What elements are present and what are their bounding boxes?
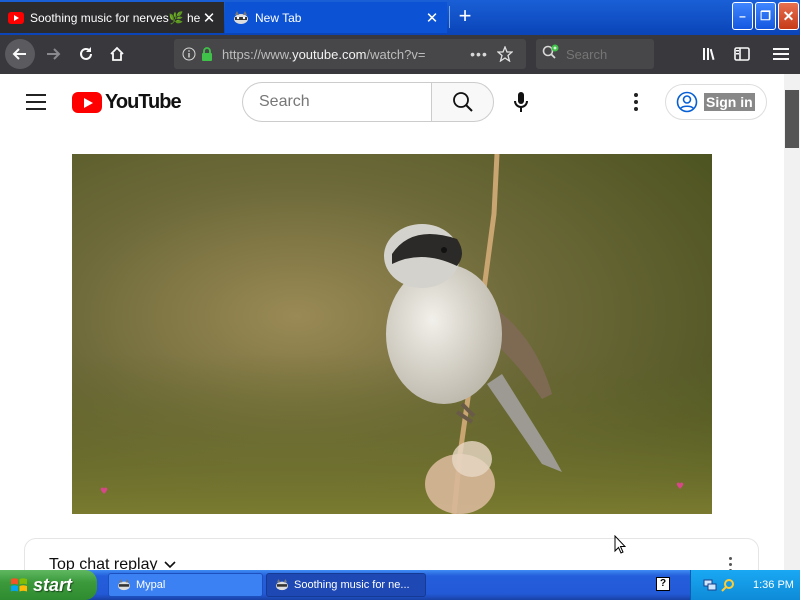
hamburger-menu-icon [773, 48, 789, 60]
library-button[interactable] [696, 39, 726, 69]
tab-title: New Tab [255, 10, 302, 25]
reload-button[interactable] [71, 39, 101, 69]
page-actions-icon[interactable]: ••• [470, 45, 488, 63]
browser-tab-strip: Soothing music for nerves🌿 healing music… [0, 0, 800, 35]
youtube-search-button[interactable] [431, 82, 494, 122]
video-frame-bird: ♥ ♥ [72, 154, 712, 514]
system-tray: 1:36 PM [690, 570, 800, 600]
sidebar-icon [734, 47, 750, 61]
help-icon[interactable]: ? [656, 577, 670, 591]
home-button[interactable] [102, 39, 132, 69]
new-tab-button[interactable]: + [452, 4, 478, 30]
youtube-wordmark: YouTube [105, 91, 182, 113]
youtube-play-icon [72, 92, 102, 113]
windows-taskbar: start Mypal Soothing music for ne... [0, 570, 800, 600]
voice-search-button[interactable] [507, 88, 535, 116]
svg-text:♥: ♥ [100, 487, 108, 497]
close-window-button[interactable]: ✕ [778, 2, 799, 30]
raccoon-icon [118, 579, 130, 591]
tab-youtube[interactable]: Soothing music for nerves🌿 healing music… [0, 2, 224, 33]
youtube-search-input[interactable] [242, 82, 431, 122]
close-tab-icon[interactable]: ✕ [200, 9, 218, 27]
search-engine-icon[interactable] [542, 44, 560, 65]
arrow-right-icon [47, 48, 61, 60]
taskbar-item-label: Mypal [136, 579, 166, 591]
tab-new-tab[interactable]: New Tab ✕ [225, 2, 447, 33]
browser-navbar: https://www.youtube.com/watch?v= ••• [0, 35, 800, 74]
svg-text:♥: ♥ [676, 482, 684, 492]
info-icon[interactable] [180, 45, 198, 63]
lock-icon[interactable] [198, 45, 216, 63]
tab-divider [449, 6, 450, 28]
taskbar-item-label: Soothing music for ne... [294, 579, 410, 591]
network-icon [703, 579, 717, 591]
sign-in-button[interactable]: Sign in [665, 84, 767, 120]
page-scrollbar-thumb[interactable] [785, 90, 799, 148]
taskbar-item-mypal[interactable]: Mypal [108, 573, 263, 597]
reload-icon [80, 47, 92, 60]
guide-menu-icon[interactable] [26, 94, 46, 110]
window-controls: – ❐ ✕ [732, 2, 799, 30]
restore-button[interactable]: ❐ [755, 2, 776, 30]
sidebar-button[interactable] [727, 39, 757, 69]
settings-more-icon[interactable] [624, 88, 648, 116]
youtube-logo[interactable]: YouTube [72, 91, 182, 114]
close-tab-icon[interactable]: ✕ [423, 9, 441, 27]
account-circle-icon [676, 91, 698, 113]
video-player[interactable]: ♥ ♥ [72, 154, 712, 514]
url-bar[interactable]: https://www.youtube.com/watch?v= ••• [174, 39, 526, 69]
tab-title: Soothing music for nerves🌿 healing music… [30, 10, 200, 25]
browser-search-input[interactable] [566, 46, 646, 62]
menu-button[interactable] [766, 39, 796, 69]
bookmark-star-icon[interactable] [496, 45, 514, 63]
start-button[interactable]: start [0, 570, 97, 600]
clock: 1:36 PM [753, 579, 794, 591]
page-scrollbar-track[interactable] [784, 74, 800, 570]
url-text: https://www.youtube.com/watch?v= [222, 46, 426, 62]
raccoon-icon [276, 579, 288, 591]
minimize-button[interactable]: – [732, 2, 753, 30]
microphone-icon [514, 92, 528, 112]
forward-button[interactable] [38, 39, 68, 69]
youtube-search-box [242, 82, 494, 122]
raccoon-icon [233, 10, 249, 26]
sign-in-label: Sign in [704, 93, 755, 111]
youtube-header: YouTube Sign in [0, 74, 784, 130]
windows-logo-icon [11, 578, 27, 592]
library-icon [703, 48, 715, 61]
magnifier-tray-icon [721, 579, 734, 592]
start-label: start [33, 574, 73, 595]
back-button[interactable] [5, 39, 35, 69]
home-icon [110, 46, 124, 61]
mouse-cursor-icon [614, 535, 626, 554]
taskbar-item-soothing-music[interactable]: Soothing music for ne... [266, 573, 426, 597]
search-icon [452, 92, 473, 112]
arrow-left-icon [12, 48, 26, 60]
chevron-down-icon [163, 561, 176, 569]
browser-search-bar[interactable] [536, 39, 654, 69]
youtube-icon [8, 10, 24, 26]
